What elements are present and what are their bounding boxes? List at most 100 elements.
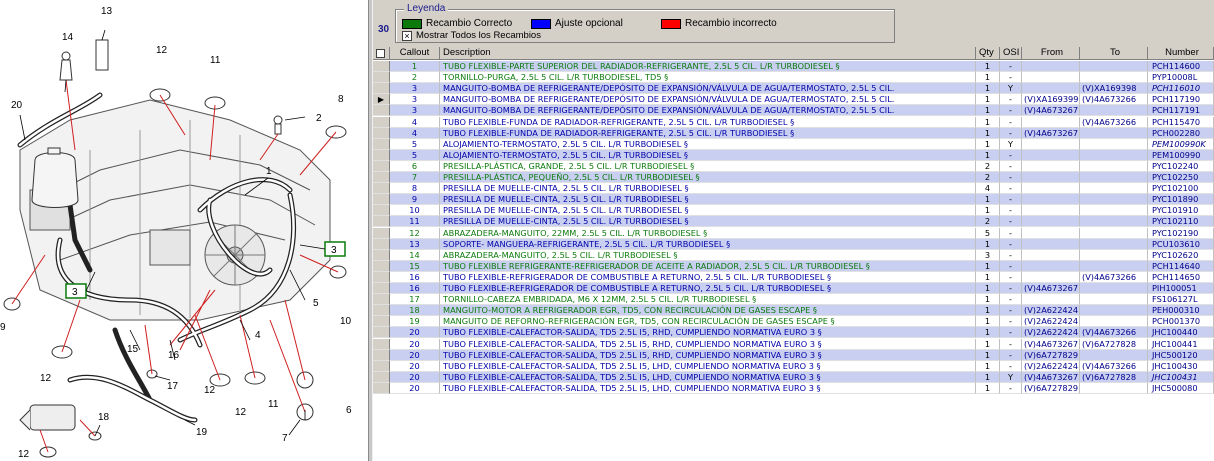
table-row[interactable]: 16 TUBO FLEXIBLE-REFRIGERADOR DE COMBUSTI… xyxy=(373,271,1214,283)
table-row[interactable]: 20 TUBO FLEXIBLE-CALEFACTOR-SALIDA, TD5 2… xyxy=(373,371,1214,383)
col-description-header[interactable]: Description xyxy=(440,47,976,60)
row-selector[interactable] xyxy=(373,172,390,184)
callout-13[interactable]: 13 xyxy=(101,6,113,17)
table-row[interactable]: 20 TUBO FLEXIBLE-CALEFACTOR-SALIDA, TD5 2… xyxy=(373,327,1214,339)
callout-4[interactable]: 4 xyxy=(255,330,261,341)
callout-19[interactable]: 19 xyxy=(196,427,208,438)
table-row[interactable]: 8 PRESILLA DE MUELLE-CINTA, 2.5L 5 CIL. L… xyxy=(373,183,1214,195)
row-selector[interactable] xyxy=(373,205,390,217)
row-selector[interactable] xyxy=(373,138,390,150)
table-row[interactable]: 3 MANGUITO-BOMBA DE REFRIGERANTE/DEPÓSITO… xyxy=(373,105,1214,117)
callout-12d[interactable]: 12 xyxy=(235,407,247,418)
callout-12[interactable]: 12 xyxy=(156,45,168,56)
row-selector[interactable] xyxy=(373,194,390,206)
table-row[interactable]: 15 TUBO FLEXIBLE REFRIGERANTE-REFRIGERADO… xyxy=(373,260,1214,272)
table-row[interactable]: 14 ABRAZADERA-MANGUITO, 2.5L 5 CIL. L/R T… xyxy=(373,249,1214,261)
description-cell: ABRAZADERA-MANGUITO, 22MM, 2.5L 5 CIL. L… xyxy=(440,227,976,239)
col-number-header[interactable]: Number xyxy=(1148,47,1214,60)
table-row[interactable]: 9 PRESILLA DE MUELLE-CINTA, 2.5L 5 CIL. L… xyxy=(373,194,1214,206)
callout-12b[interactable]: 12 xyxy=(40,373,52,384)
row-selector[interactable] xyxy=(373,183,390,195)
col-from-header[interactable]: From xyxy=(1022,47,1080,60)
row-selector[interactable] xyxy=(373,216,390,228)
row-selector[interactable] xyxy=(373,283,390,295)
table-row[interactable]: 19 MANGUITO DE REFORNO-REFRIGERACIÓN EGR,… xyxy=(373,316,1214,328)
table-row[interactable]: 20 TUBO FLEXIBLE-CALEFACTOR-SALIDA, TD5 2… xyxy=(373,360,1214,372)
row-selector[interactable] xyxy=(373,72,390,84)
row-selector[interactable] xyxy=(373,238,390,250)
table-row[interactable]: 5 ALOJAMIENTO-TERMOSTATO, 2.5L 5 CIL. L/R… xyxy=(373,138,1214,150)
row-selector[interactable] xyxy=(373,371,390,383)
callout-7[interactable]: 7 xyxy=(282,433,288,444)
callout-8[interactable]: 8 xyxy=(338,94,344,105)
row-selector[interactable] xyxy=(373,160,390,172)
header-checkbox[interactable] xyxy=(376,49,385,58)
row-selector[interactable] xyxy=(373,249,390,261)
row-selector[interactable] xyxy=(373,327,390,339)
callout-6[interactable]: 6 xyxy=(346,405,352,416)
table-row[interactable]: 17 TORNILLO-CABEZA EMBRIDADA, M6 X 12MM, … xyxy=(373,294,1214,306)
table-row[interactable]: ▶ 3 MANGUITO-BOMBA DE REFRIGERANTE/DEPÓSIT… xyxy=(373,94,1214,106)
callout-3-box-right[interactable]: 3 xyxy=(331,245,337,256)
table-row[interactable]: 1 TUBO FLEXIBLE-PARTE SUPERIOR DEL RADIAD… xyxy=(373,61,1214,73)
col-osi-header[interactable]: OSI xyxy=(1000,47,1022,60)
row-selector[interactable] xyxy=(373,338,390,350)
table-row[interactable]: 5 ALOJAMIENTO-TERMOSTATO, 2.5L 5 CIL. L/R… xyxy=(373,149,1214,161)
callout-18[interactable]: 18 xyxy=(98,412,110,423)
callout-17[interactable]: 17 xyxy=(167,381,179,392)
select-all-header[interactable] xyxy=(373,47,390,60)
table-row[interactable]: 4 TUBO FLEXIBLE-FUNDA DE RADIADOR-REFRIGE… xyxy=(373,116,1214,128)
from-cell xyxy=(1022,172,1080,184)
callout-12c[interactable]: 12 xyxy=(204,385,216,396)
callout-2[interactable]: 2 xyxy=(316,113,322,124)
row-selector[interactable]: ▶ xyxy=(373,94,390,106)
table-row[interactable]: 11 PRESILLA DE MUELLE-CINTA, 2.5L 5 CIL. … xyxy=(373,216,1214,228)
row-selector[interactable] xyxy=(373,227,390,239)
row-selector[interactable] xyxy=(373,382,390,394)
table-row[interactable]: 10 PRESILLA DE MUELLE-CINTA, 2.5L 5 CIL. … xyxy=(373,205,1214,217)
row-selector[interactable] xyxy=(373,127,390,139)
row-selector[interactable] xyxy=(373,83,390,95)
callout-5[interactable]: 5 xyxy=(313,298,319,309)
callout-9[interactable]: 9 xyxy=(0,322,6,333)
table-row[interactable]: 20 TUBO FLEXIBLE-CALEFACTOR-SALIDA, TD5 2… xyxy=(373,338,1214,350)
row-selector[interactable] xyxy=(373,316,390,328)
table-row[interactable]: 16 TUBO FLEXIBLE-REFRIGERADOR DE COMBUSTI… xyxy=(373,283,1214,295)
callout-3-box-left[interactable]: 3 xyxy=(72,287,78,298)
row-selector[interactable] xyxy=(373,305,390,317)
row-selector[interactable] xyxy=(373,116,390,128)
row-selector[interactable] xyxy=(373,294,390,306)
table-row[interactable]: 7 PRESILLA-PLÁSTICA, PEQUEÑO, 2.5L 5 CIL.… xyxy=(373,172,1214,184)
table-row[interactable]: 18 MANGUITO-MOTOR A REFRIGERADOR EGR, TD5… xyxy=(373,305,1214,317)
table-row[interactable]: 6 PRESILLA-PLÁSTICA, GRANDE, 2.5L 5 CIL. … xyxy=(373,160,1214,172)
row-selector[interactable] xyxy=(373,260,390,272)
table-row[interactable]: 12 ABRAZADERA-MANGUITO, 22MM, 2.5L 5 CIL.… xyxy=(373,227,1214,239)
col-callout-header[interactable]: Callout xyxy=(390,47,440,60)
row-selector[interactable] xyxy=(373,349,390,361)
callout-15[interactable]: 15 xyxy=(127,344,139,355)
table-row[interactable]: 20 TUBO FLEXIBLE-CALEFACTOR-SALIDA, TD5 2… xyxy=(373,349,1214,361)
callout-14[interactable]: 14 xyxy=(62,32,74,43)
table-row[interactable]: 4 TUBO FLEXIBLE-FUNDA DE RADIADOR-REFRIGE… xyxy=(373,127,1214,139)
col-qty-header[interactable]: Qty xyxy=(976,47,1000,60)
col-to-header[interactable]: To xyxy=(1080,47,1148,60)
callout-12e[interactable]: 12 xyxy=(18,449,30,460)
description-cell: PRESILLA DE MUELLE-CINTA, 2.5L 5 CIL. L/… xyxy=(440,183,976,195)
callout-10[interactable]: 10 xyxy=(340,316,352,327)
table-row[interactable]: 20 TUBO FLEXIBLE-CALEFACTOR-SALIDA, TD5 2… xyxy=(373,382,1214,394)
row-selector[interactable] xyxy=(373,149,390,161)
row-selector[interactable] xyxy=(373,360,390,372)
row-selector[interactable] xyxy=(373,271,390,283)
row-selector[interactable] xyxy=(373,61,390,73)
show-all-checkbox[interactable]: × Mostrar Todos los Recambios xyxy=(402,30,541,41)
callout-16[interactable]: 16 xyxy=(168,350,180,361)
callout-1[interactable]: 1 xyxy=(266,166,272,177)
table-row[interactable]: 2 TORNILLO-PURGA, 2.5L 5 CIL. L/R TURBODI… xyxy=(373,72,1214,84)
table-row[interactable]: 13 SOPORTE- MANGUERA-REFRIGERANTE, 2.5L 5… xyxy=(373,238,1214,250)
callout-11b[interactable]: 11 xyxy=(268,399,279,410)
callout-11[interactable]: 11 xyxy=(210,55,221,66)
checkbox-box[interactable]: × xyxy=(402,30,412,41)
callout-20[interactable]: 20 xyxy=(11,100,23,111)
row-selector[interactable] xyxy=(373,105,390,117)
table-row[interactable]: 3 MANGUITO-BOMBA DE REFRIGERANTE/DEPÓSITO… xyxy=(373,83,1214,95)
